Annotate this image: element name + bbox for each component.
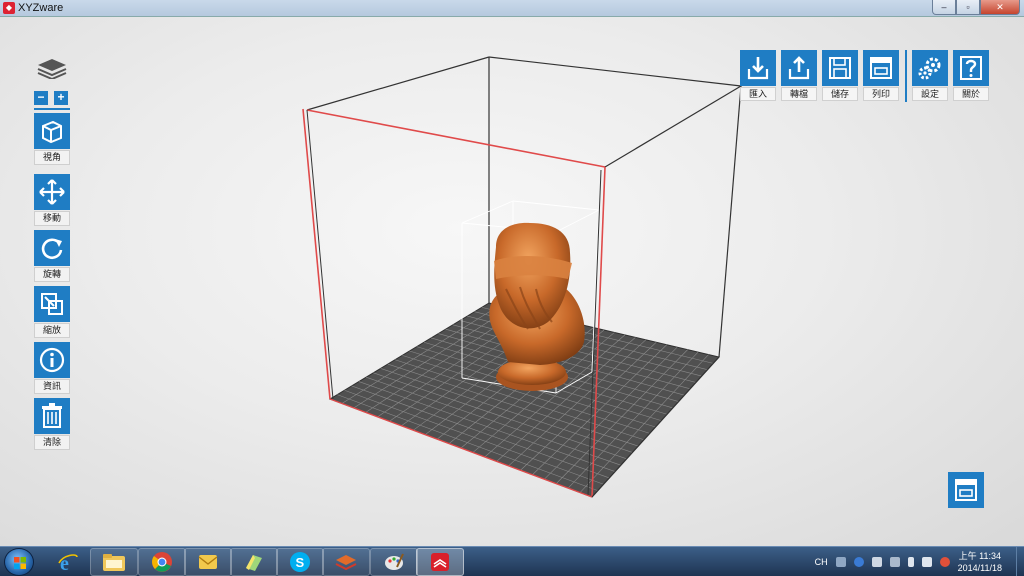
outlook-icon[interactable] bbox=[184, 548, 232, 576]
import-icon bbox=[740, 50, 776, 86]
import-button[interactable]: 匯入 bbox=[740, 50, 776, 102]
print-preview-button[interactable] bbox=[948, 472, 984, 508]
clock-time: 上午 11:34 bbox=[958, 551, 1001, 561]
save-button[interactable]: 儲存 bbox=[822, 50, 858, 102]
scale-icon bbox=[34, 286, 70, 322]
clear-label: 清除 bbox=[34, 435, 70, 450]
info-button[interactable]: 資訊 bbox=[34, 342, 70, 396]
network-icon[interactable] bbox=[871, 557, 882, 567]
save-label: 儲存 bbox=[822, 87, 858, 101]
view-angle-button[interactable]: 視角 bbox=[34, 113, 70, 167]
windows-logo-icon bbox=[14, 557, 26, 569]
convert-icon bbox=[781, 50, 817, 86]
clock[interactable]: 上午 11:34 2014/11/18 bbox=[958, 550, 1002, 574]
taskbar: e S CH 上午 11:34 2014/11/18 bbox=[0, 546, 1024, 576]
app-logo-icon: ◆ bbox=[3, 2, 15, 14]
chrome-icon[interactable] bbox=[138, 548, 186, 576]
svg-text:S: S bbox=[296, 555, 305, 570]
window-title: XYZware bbox=[18, 2, 64, 14]
settings-button[interactable]: 設定 bbox=[912, 50, 948, 102]
notepad-icon[interactable] bbox=[230, 548, 278, 576]
maximize-button[interactable]: ▫ bbox=[956, 0, 980, 15]
zoom-out-button[interactable]: − bbox=[34, 91, 48, 105]
scale-button[interactable]: 縮放 bbox=[34, 286, 70, 340]
show-desktop-button[interactable] bbox=[1016, 547, 1024, 576]
print-button[interactable]: 列印 bbox=[863, 50, 899, 102]
move-button[interactable]: 移動 bbox=[34, 174, 70, 228]
xyzware-layers-icon[interactable] bbox=[322, 548, 370, 576]
system-tray: CH 上午 11:34 2014/11/18 bbox=[815, 547, 1018, 576]
move-label: 移動 bbox=[34, 211, 70, 226]
about-button[interactable]: 關於 bbox=[953, 50, 989, 102]
move-arrows-icon bbox=[34, 174, 70, 210]
close-button[interactable]: ✕ bbox=[980, 0, 1020, 15]
start-button[interactable] bbox=[4, 548, 34, 576]
settings-label: 設定 bbox=[912, 87, 948, 101]
help-icon bbox=[953, 50, 989, 86]
rotate-button[interactable]: 旋轉 bbox=[34, 230, 70, 284]
3d-viewport[interactable]: − + 視角 移動 旋轉 縮放 資訊 清除 匯入 轉檔 儲存 列印 設定 關於 bbox=[0, 17, 1024, 546]
volume-muted-icon[interactable] bbox=[939, 557, 950, 567]
trash-icon bbox=[34, 398, 70, 434]
cube-view-icon bbox=[34, 113, 70, 149]
view-angle-label: 視角 bbox=[34, 150, 70, 165]
layers-icon[interactable] bbox=[36, 57, 68, 79]
convert-button[interactable]: 轉檔 bbox=[781, 50, 817, 102]
info-icon bbox=[34, 342, 70, 378]
info-label: 資訊 bbox=[34, 379, 70, 394]
print-icon bbox=[863, 50, 899, 86]
import-label: 匯入 bbox=[740, 87, 776, 101]
window-controls: ‒ ▫ ✕ bbox=[932, 0, 1020, 15]
paint-icon[interactable] bbox=[370, 548, 418, 576]
wifi-signal-icon[interactable] bbox=[921, 557, 932, 567]
toolbar-divider bbox=[905, 50, 907, 102]
rotate-icon bbox=[34, 230, 70, 266]
action-center-icon[interactable] bbox=[889, 557, 900, 567]
zoom-in-button[interactable]: + bbox=[54, 91, 68, 105]
file-explorer-icon[interactable] bbox=[90, 548, 138, 576]
print-icon bbox=[955, 479, 977, 501]
help-tray-icon[interactable] bbox=[853, 557, 864, 567]
skype-icon[interactable]: S bbox=[276, 548, 324, 576]
settings-gears-icon bbox=[912, 50, 948, 86]
input-language-indicator[interactable]: CH bbox=[815, 557, 828, 567]
save-icon bbox=[822, 50, 858, 86]
scale-label: 縮放 bbox=[34, 323, 70, 338]
print-label: 列印 bbox=[863, 87, 899, 101]
toolbar-divider bbox=[34, 108, 70, 110]
battery-icon[interactable] bbox=[907, 557, 914, 567]
about-label: 關於 bbox=[953, 87, 989, 101]
rotate-label: 旋轉 bbox=[34, 267, 70, 282]
clock-date: 2014/11/18 bbox=[957, 563, 1002, 573]
keyboard-icon[interactable] bbox=[835, 557, 846, 567]
minimize-button[interactable]: ‒ bbox=[932, 0, 956, 15]
clear-button[interactable]: 清除 bbox=[34, 398, 70, 452]
internet-explorer-icon[interactable]: e bbox=[44, 548, 92, 576]
title-bar: ◆ XYZware ‒ ▫ ✕ bbox=[0, 0, 1024, 17]
convert-label: 轉檔 bbox=[781, 87, 817, 101]
xyzware-app-icon[interactable] bbox=[416, 548, 464, 576]
